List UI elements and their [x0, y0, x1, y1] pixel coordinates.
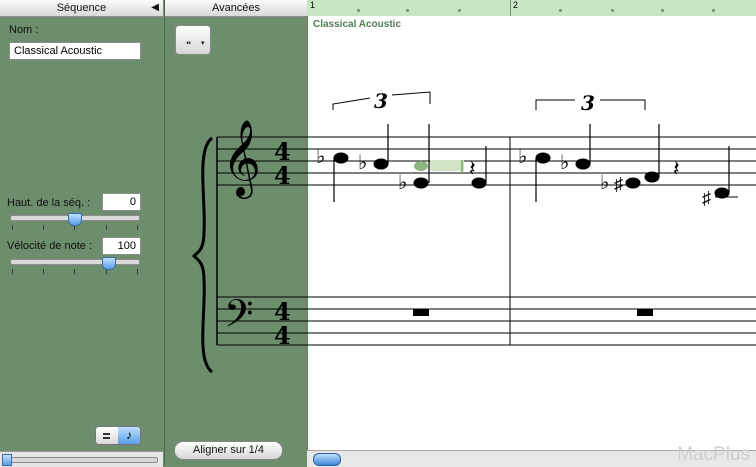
notation-canvas: 𝄞 𝄢 4 4 4 4 3 3 ♭ ♭ ♭ 𝄽 ♭ ♭ ♭ ♯ 𝄽 ♯: [191, 89, 756, 374]
flat-icon: ♭: [600, 172, 609, 194]
bass-staff: [217, 296, 756, 346]
whole-rest-1: [413, 309, 429, 316]
treble-time-bottom: 4: [274, 161, 291, 190]
watermark: MacPlus: [677, 444, 750, 465]
note-duration-highlight: [430, 160, 464, 171]
quarter-rest-icon: 𝄽: [673, 156, 680, 181]
grand-staff-brace: [191, 136, 214, 374]
note-head: [413, 177, 429, 189]
note-head: [471, 177, 487, 189]
sharp-icon: ♯: [614, 174, 623, 194]
tuplet-label-2: 3: [581, 91, 595, 115]
sharp-icon: ♯: [702, 188, 711, 208]
note-head: [333, 152, 349, 164]
flat-icon: ♭: [316, 146, 325, 168]
flat-icon: ♭: [398, 172, 407, 194]
measure-1-notes: ♭ ♭ ♭ 𝄽: [316, 124, 487, 202]
note-head: [373, 158, 389, 170]
selected-note-head: [414, 161, 428, 171]
whole-rest-2: [637, 309, 653, 316]
bass-clef-icon: 𝄢: [224, 291, 254, 345]
bass-time-bottom: 4: [274, 321, 291, 350]
flat-icon: ♭: [518, 146, 527, 168]
quarter-rest-icon: 𝄽: [469, 156, 476, 181]
flat-icon: ♭: [560, 152, 569, 174]
flat-icon: ♭: [358, 152, 367, 174]
score-scroll-thumb[interactable]: [313, 453, 341, 466]
treble-clef-icon: 𝄞: [222, 119, 261, 199]
tuplet-label-1: 3: [374, 89, 388, 113]
